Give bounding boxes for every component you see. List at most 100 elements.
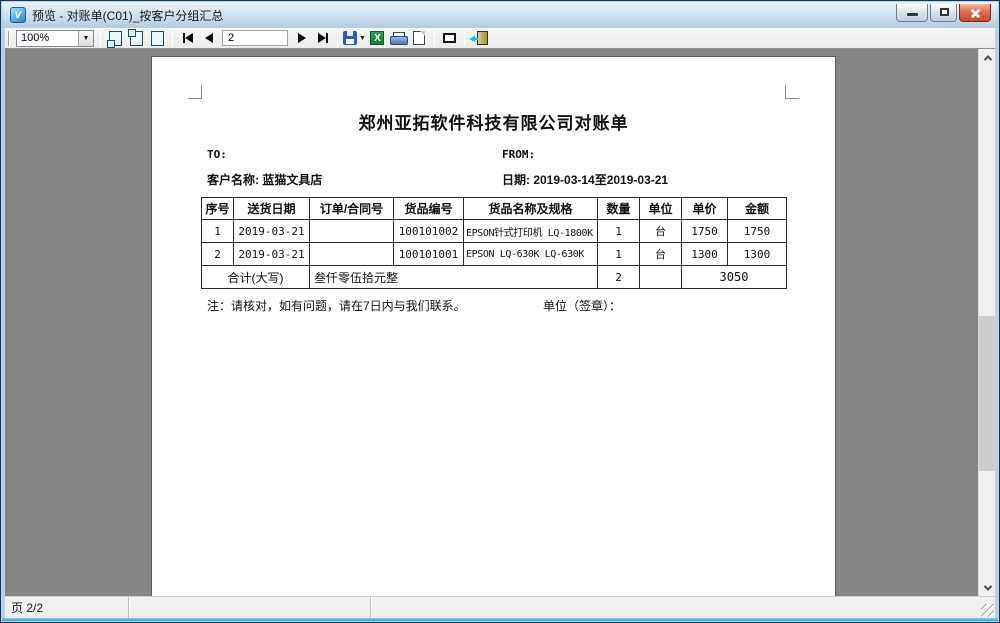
total-label: 合计(大写) (202, 266, 310, 289)
zoom-select[interactable]: 100% ▼ (16, 30, 94, 47)
table-cell: EPSON针式打印机 LQ-1800K (464, 220, 598, 243)
total-quantity: 2 (598, 266, 640, 289)
prev-page-icon (205, 33, 213, 43)
chevron-down-icon[interactable]: ▼ (78, 31, 93, 46)
scroll-down-button[interactable] (979, 579, 995, 596)
page-setup-button[interactable] (410, 29, 429, 48)
note-text: 注：请核对，如有问题，请在7日内与我们联系。 (207, 297, 466, 314)
save-icon (343, 31, 357, 45)
save-dropdown-icon[interactable]: ▼ (359, 35, 366, 42)
export-excel-button[interactable]: X (368, 29, 387, 48)
zoom-whole-page-button[interactable] (106, 29, 125, 48)
toolbar-separator (100, 30, 101, 47)
page-number-input[interactable] (222, 30, 288, 46)
column-header: 数量 (598, 198, 640, 220)
window-title: 预览 - 对账单(C01)_按客户分组汇总 (32, 7, 223, 24)
status-bar: 页 2/2 (5, 596, 995, 618)
first-page-button[interactable] (178, 29, 197, 48)
total-amount-in-words: 叁仟零伍拾元整 (310, 266, 598, 289)
last-page-button[interactable] (313, 29, 332, 48)
date-range: 日期: 2019-03-14至2019-03-21 (502, 171, 668, 188)
resize-grip[interactable] (981, 604, 994, 617)
save-button[interactable]: ▼ (343, 29, 366, 48)
column-header: 货品编号 (394, 198, 464, 220)
table-cell: 1300 (682, 243, 728, 266)
to-label: TO: (207, 148, 227, 161)
chevron-up-icon (983, 55, 991, 63)
toolbar-separator (337, 30, 338, 47)
table-cell: 2 (202, 243, 234, 266)
chevron-down-icon (983, 582, 991, 590)
zoom-page-width-button[interactable] (127, 29, 146, 48)
table-cell: 100101002 (394, 220, 464, 243)
from-label: FROM: (502, 148, 535, 161)
table-cell: 1 (202, 220, 234, 243)
maximize-icon (940, 8, 949, 16)
table-body: 12019-03-21100101002EPSON针式打印机 LQ-1800K1… (202, 220, 787, 289)
app-logo-icon: V (10, 7, 26, 23)
minimize-icon (907, 13, 918, 16)
next-page-button[interactable] (292, 29, 311, 48)
exit-preview-button[interactable] (470, 29, 489, 48)
prev-page-button[interactable] (199, 29, 218, 48)
table-cell: 1 (598, 243, 640, 266)
exit-door-icon (477, 31, 488, 45)
table-header-row: 序号送货日期订单/合同号货品编号货品名称及规格数量单位单价金额 (202, 198, 787, 220)
customer-name: 客户名称: 蓝猫文具店 (207, 171, 322, 188)
column-header: 单价 (682, 198, 728, 220)
toolbar-grip[interactable] (8, 31, 12, 46)
table-cell: 1750 (728, 220, 787, 243)
column-header: 送货日期 (234, 198, 310, 220)
maximize-button[interactable] (930, 4, 957, 22)
scrollbar-thumb[interactable] (979, 316, 995, 471)
margin-corner-mark (188, 85, 202, 99)
toolbar: 100% ▼ ▼ X (5, 28, 995, 49)
printer-icon (390, 32, 406, 45)
margin-corner-mark (785, 85, 799, 99)
title-bar: V 预览 - 对账单(C01)_按客户分组汇总 (2, 2, 998, 28)
table-cell: 2019-03-21 (234, 220, 310, 243)
column-header: 序号 (202, 198, 234, 220)
table-total-row: 合计(大写)叁仟零伍拾元整2 3050 (202, 266, 787, 289)
last-page-icon (318, 33, 326, 43)
zoom-value: 100% (17, 32, 78, 44)
status-page-panel: 页 2/2 (5, 597, 129, 618)
table-cell (310, 243, 394, 266)
zoom-actual-size-button[interactable] (148, 29, 167, 48)
total-amount: 3050 (682, 266, 787, 289)
close-button[interactable] (959, 4, 991, 22)
signature-label: 单位（签章）： (543, 297, 621, 314)
last-page-icon (326, 33, 328, 43)
whole-page-icon (109, 31, 122, 46)
preview-window: V 预览 - 对账单(C01)_按客户分组汇总 100% ▼ ▼ X (0, 0, 1000, 623)
margins-toggle-button[interactable] (440, 29, 459, 48)
vertical-scrollbar[interactable] (978, 49, 995, 596)
table-cell: 1300 (728, 243, 787, 266)
table-cell: 台 (640, 243, 682, 266)
minimize-button[interactable] (896, 4, 928, 22)
table-cell: 2019-03-21 (234, 243, 310, 266)
status-panel (371, 597, 995, 618)
toolbar-separator (464, 30, 465, 47)
toolbar-separator (172, 30, 173, 47)
column-header: 订单/合同号 (310, 198, 394, 220)
statement-title: 郑州亚拓软件科技有限公司对账单 (152, 109, 835, 134)
margins-icon (443, 33, 456, 43)
toolbar-separator (434, 30, 435, 47)
scroll-up-button[interactable] (979, 49, 995, 66)
first-page-icon (185, 33, 193, 43)
page-width-icon (130, 31, 143, 46)
print-button[interactable] (389, 29, 408, 48)
document-page: 郑州亚拓软件科技有限公司对账单 TO: FROM: 客户名称: 蓝猫文具店 日期… (151, 56, 836, 596)
next-page-icon (298, 33, 306, 43)
table-cell: EPSON LQ-630K LQ-630K (464, 243, 598, 266)
preview-area: 郑州亚拓软件科技有限公司对账单 TO: FROM: 客户名称: 蓝猫文具店 日期… (5, 49, 995, 596)
page-setup-icon (413, 31, 425, 45)
table-cell: 100101001 (394, 243, 464, 266)
close-icon (960, 4, 990, 21)
column-header: 货品名称及规格 (464, 198, 598, 220)
column-header: 单位 (640, 198, 682, 220)
table-cell: 1750 (682, 220, 728, 243)
status-panel (129, 597, 371, 618)
actual-size-icon (151, 31, 164, 46)
